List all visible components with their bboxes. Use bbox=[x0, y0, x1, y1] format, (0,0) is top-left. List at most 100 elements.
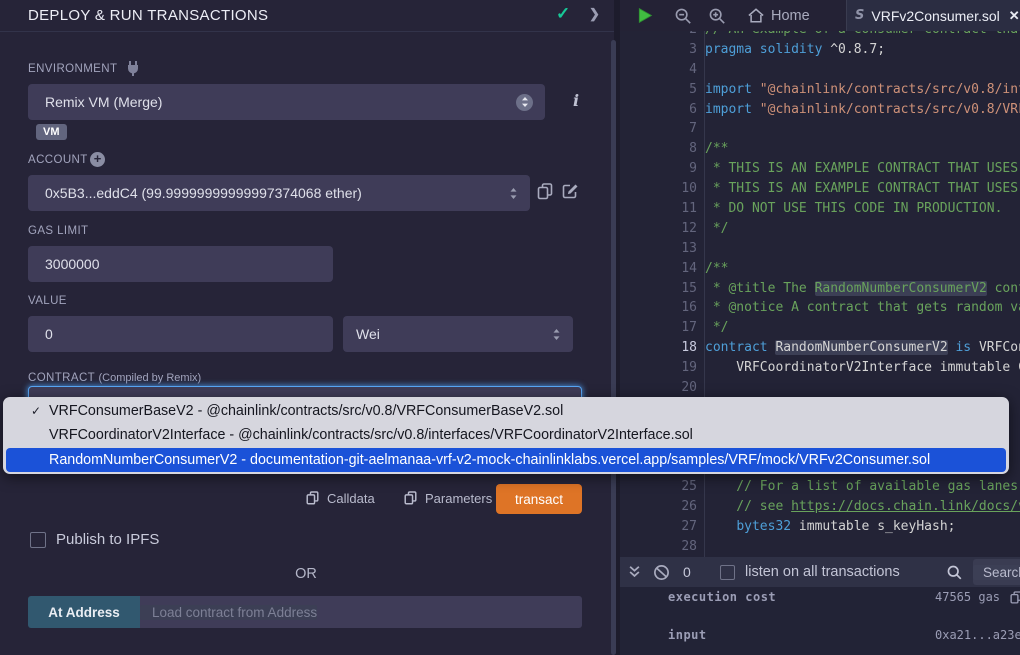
code-line[interactable]: 4 bbox=[620, 60, 1020, 80]
zoom-out-icon[interactable] bbox=[674, 0, 692, 31]
plug-icon bbox=[126, 60, 140, 76]
panel-scrollbar[interactable] bbox=[611, 40, 616, 655]
code-line[interactable]: 27 bytes32 immutable s_keyHash; bbox=[620, 517, 1020, 537]
value-unit-select[interactable]: Wei bbox=[343, 316, 573, 352]
deploy-actions-row: Calldata Parameters transact bbox=[0, 484, 582, 514]
line-source: * @notice A contract that gets random va… bbox=[697, 298, 1020, 318]
code-line[interactable]: 19 VRFCoordinatorV2Interface immutable C… bbox=[620, 358, 1020, 378]
terminal-expand-chevrons-icon[interactable] bbox=[628, 557, 641, 587]
add-account-plus-icon[interactable]: + bbox=[90, 152, 105, 167]
calldata-action[interactable]: Calldata bbox=[306, 491, 375, 506]
listen-all-checkbox[interactable] bbox=[720, 565, 735, 580]
value-amount: 0 bbox=[28, 326, 333, 342]
close-tab-icon[interactable]: ✕ bbox=[1009, 8, 1020, 24]
value-input[interactable]: 0 bbox=[28, 316, 333, 352]
copy-value-icon[interactable] bbox=[1010, 591, 1020, 605]
at-address-button[interactable]: At Address bbox=[28, 596, 140, 628]
terminal-row-value: 0xa21...a23e4 bbox=[935, 628, 1020, 642]
code-line[interactable]: 28 bbox=[620, 537, 1020, 557]
line-number: 4 bbox=[620, 60, 697, 80]
code-editor[interactable]: 2// An example of a consumer contract th… bbox=[620, 31, 1020, 557]
contract-option[interactable]: VRFCoordinatorV2Interface - @chainlink/c… bbox=[3, 423, 1009, 447]
tab-vrfv2consumer[interactable]: S VRFv2Consumer.sol ✕ bbox=[846, 0, 1020, 31]
line-source: * DO NOT USE THIS CODE IN PRODUCTION. bbox=[697, 199, 1002, 219]
code-line[interactable]: 15 * @title The RandomNumberConsumerV2 c… bbox=[620, 279, 1020, 299]
line-number: 18 bbox=[620, 338, 697, 358]
line-number: 16 bbox=[620, 298, 697, 318]
line-number: 7 bbox=[620, 119, 697, 139]
line-number: 12 bbox=[620, 219, 697, 239]
copy-account-icon[interactable] bbox=[537, 183, 553, 201]
line-source: * THIS IS AN EXAMPLE CONTRACT THAT USES … bbox=[697, 159, 1020, 179]
terminal-detail-row: input0xa21...a23e4 bbox=[620, 628, 1020, 644]
code-line[interactable]: 18contract RandomNumberConsumerV2 is VRF… bbox=[620, 338, 1020, 358]
line-source: /** bbox=[697, 139, 728, 159]
gas-limit-value: 3000000 bbox=[28, 256, 333, 272]
terminal-search-input[interactable]: Search bbox=[973, 559, 1020, 585]
publish-ipfs-label: Publish to IPFS bbox=[56, 531, 159, 548]
line-number: 10 bbox=[620, 179, 697, 199]
line-source: // An example of a consumer contract tha… bbox=[697, 31, 1020, 40]
transact-button[interactable]: transact bbox=[496, 484, 582, 514]
line-source: contract RandomNumberConsumerV2 is VRFCo… bbox=[697, 338, 1020, 358]
value-unit: Wei bbox=[343, 326, 552, 342]
at-address-input[interactable]: Load contract from Address bbox=[140, 596, 582, 628]
line-source: bytes32 immutable s_keyHash; bbox=[697, 517, 955, 537]
account-label: ACCOUNT bbox=[28, 154, 88, 166]
at-address-placeholder: Load contract from Address bbox=[140, 605, 317, 620]
code-line[interactable]: 25 // For a list of available gas lanes … bbox=[620, 477, 1020, 497]
code-line[interactable]: 14/** bbox=[620, 259, 1020, 279]
terminal-output[interactable]: execution cost47565 gasinput0xa21...a23e… bbox=[620, 587, 1020, 655]
environment-stepper-icon bbox=[516, 94, 533, 111]
code-line[interactable]: 7 bbox=[620, 119, 1020, 139]
panel-header: DEPLOY & RUN TRANSACTIONS ✓ ❯ bbox=[0, 0, 614, 32]
edit-account-icon[interactable] bbox=[562, 183, 579, 200]
terminal-clear-ban-icon[interactable] bbox=[653, 557, 670, 587]
solidity-icon: S bbox=[855, 8, 864, 23]
contract-option-label: RandomNumberConsumerV2 - documentation-g… bbox=[49, 448, 930, 472]
code-line[interactable]: 9 * THIS IS AN EXAMPLE CONTRACT THAT USE… bbox=[620, 159, 1020, 179]
line-number: 6 bbox=[620, 100, 697, 120]
environment-select[interactable]: Remix VM (Merge) bbox=[28, 84, 545, 120]
line-source: VRFCoordinatorV2Interface immutable COOR… bbox=[697, 358, 1020, 378]
line-number: 13 bbox=[620, 239, 697, 259]
code-line[interactable]: 6import "@chainlink/contracts/src/v0.8/V… bbox=[620, 100, 1020, 120]
contract-option[interactable]: ✓VRFConsumerBaseV2 - @chainlink/contract… bbox=[3, 399, 1009, 423]
code-line[interactable]: 11 * DO NOT USE THIS CODE IN PRODUCTION. bbox=[620, 199, 1020, 219]
home-icon bbox=[748, 8, 764, 23]
code-line[interactable]: 13 bbox=[620, 239, 1020, 259]
contract-label: CONTRACT (Compiled by Remix) bbox=[28, 372, 201, 384]
account-select[interactable]: 0x5B3...eddC4 (99.99999999999997374068 e… bbox=[28, 175, 530, 211]
contract-option[interactable]: RandomNumberConsumerV2 - documentation-g… bbox=[6, 448, 1006, 472]
code-line[interactable]: 5import "@chainlink/contracts/src/v0.8/i… bbox=[620, 80, 1020, 100]
code-line[interactable]: 16 * @notice A contract that gets random… bbox=[620, 298, 1020, 318]
gas-limit-input[interactable]: 3000000 bbox=[28, 246, 333, 282]
line-number: 25 bbox=[620, 477, 697, 497]
zoom-in-icon[interactable] bbox=[708, 0, 726, 31]
code-line[interactable]: 10 * THIS IS AN EXAMPLE CONTRACT THAT US… bbox=[620, 179, 1020, 199]
code-line[interactable]: 12 */ bbox=[620, 219, 1020, 239]
parameters-action[interactable]: Parameters bbox=[404, 491, 492, 506]
calldata-label: Calldata bbox=[327, 491, 375, 506]
line-number: 9 bbox=[620, 159, 697, 179]
line-number: 20 bbox=[620, 378, 697, 398]
editor-topbar: Home S VRFv2Consumer.sol ✕ bbox=[620, 0, 1020, 31]
code-line[interactable]: 17 */ bbox=[620, 318, 1020, 338]
code-line[interactable]: 8/** bbox=[620, 139, 1020, 159]
terminal-search-placeholder: Search bbox=[973, 565, 1020, 580]
code-line[interactable]: 3pragma solidity ^0.8.7; bbox=[620, 40, 1020, 60]
environment-value: Remix VM (Merge) bbox=[28, 94, 516, 110]
code-line[interactable]: 2// An example of a consumer contract th… bbox=[620, 31, 1020, 40]
code-line[interactable]: 20 bbox=[620, 378, 1020, 398]
environment-info-icon[interactable]: i bbox=[573, 91, 579, 110]
gas-limit-label: GAS LIMIT bbox=[28, 225, 88, 237]
collapse-panel-chevron-icon[interactable]: ❯ bbox=[589, 6, 600, 22]
listen-all-label: listen on all transactions bbox=[745, 557, 900, 587]
contract-label-text: CONTRACT bbox=[28, 372, 95, 384]
publish-ipfs-checkbox[interactable] bbox=[30, 532, 46, 548]
line-source: import "@chainlink/contracts/src/v0.8/VR… bbox=[697, 100, 1020, 120]
selected-check-icon: ✓ bbox=[31, 399, 41, 423]
tab-home[interactable]: Home bbox=[738, 0, 820, 31]
code-line[interactable]: 26 // see https://docs.chain.link/docs/v… bbox=[620, 497, 1020, 517]
run-script-play-icon[interactable] bbox=[635, 0, 654, 31]
